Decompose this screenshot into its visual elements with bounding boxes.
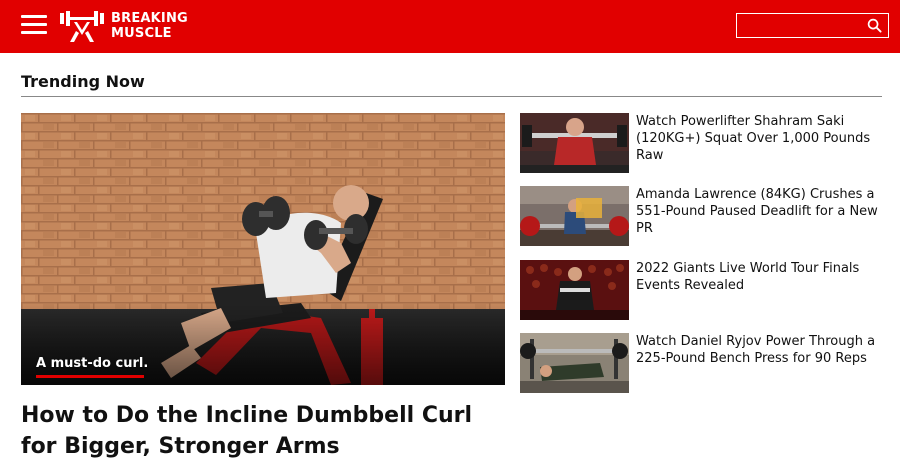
section-divider [21, 96, 882, 97]
brand-line-1: BREAKING [111, 11, 188, 26]
section-title: Trending Now [21, 72, 145, 91]
side-article-title: 2022 Giants Live World Tour Finals Event… [636, 261, 860, 293]
logo-mark-icon [60, 11, 104, 42]
hamburger-menu-icon[interactable] [21, 15, 47, 35]
side-article-1[interactable]: Watch Powerlifter Shahram Saki (120KG+) … [520, 113, 885, 173]
search-box [736, 13, 889, 38]
caption-underline [36, 375, 144, 378]
incline-curl-photo [21, 113, 505, 385]
side-article-title: Amanda Lawrence (84KG) Crushes a 551-Pou… [636, 187, 878, 236]
hero-image-caption: A must-do curl. [36, 356, 149, 371]
side-article-thumbnail [520, 186, 629, 246]
side-article-2[interactable]: Amanda Lawrence (84KG) Crushes a 551-Pou… [520, 186, 885, 246]
side-article-thumbnail [520, 333, 629, 393]
hero-article-image[interactable]: A must-do curl. [21, 113, 505, 385]
side-article-3[interactable]: 2022 Giants Live World Tour Finals Event… [520, 260, 885, 320]
site-logo[interactable]: BREAKING MUSCLE [58, 9, 198, 45]
side-article-thumbnail [520, 260, 629, 320]
search-input[interactable] [737, 14, 874, 37]
brand-line-2: MUSCLE [111, 26, 172, 41]
side-article-thumbnail [520, 113, 629, 173]
logo-text: BREAKING MUSCLE [111, 11, 188, 41]
side-article-title: Watch Powerlifter Shahram Saki (120KG+) … [636, 114, 871, 163]
hero-article-title[interactable]: How to Do the Incline Dumbbell Curl for … [21, 400, 501, 462]
side-article-4[interactable]: Watch Daniel Ryjov Power Through a 225-P… [520, 333, 885, 393]
search-icon[interactable] [867, 18, 882, 33]
site-header: BREAKING MUSCLE [0, 0, 900, 53]
side-article-title: Watch Daniel Ryjov Power Through a 225-P… [636, 334, 876, 366]
